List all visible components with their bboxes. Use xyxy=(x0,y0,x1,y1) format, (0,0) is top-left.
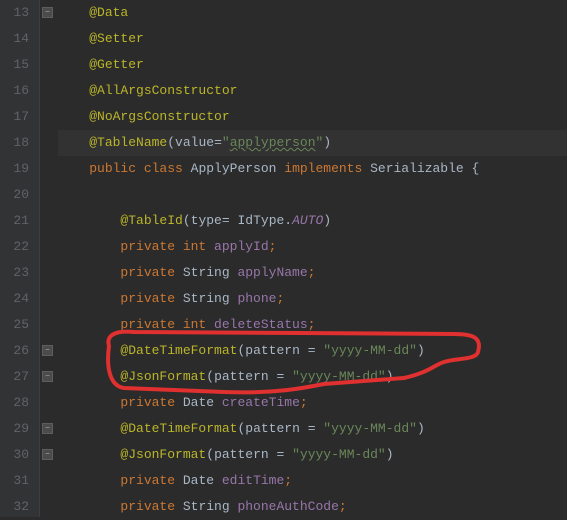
line-number: 32 xyxy=(6,494,29,520)
code-line[interactable]: private String phoneAuthCode; xyxy=(58,494,567,520)
field-name: editTime xyxy=(222,473,284,488)
annotation: @Data xyxy=(89,5,128,20)
fold-column: − − − − − xyxy=(40,0,56,517)
string-literal: yyyy-MM-dd xyxy=(331,343,409,358)
string-literal: yyyy-MM-dd xyxy=(300,447,378,462)
line-number: 21 xyxy=(6,208,29,234)
code-editor: 1314151617181920212223242526272829303132… xyxy=(0,0,567,517)
fold-toggle-icon[interactable]: − xyxy=(42,423,53,434)
annotation: @DateTimeFormat xyxy=(120,343,237,358)
line-number: 13 xyxy=(6,0,29,26)
line-number: 22 xyxy=(6,234,29,260)
line-number: 29 xyxy=(6,416,29,442)
code-line[interactable]: private int applyId; xyxy=(58,234,567,260)
fold-toggle-icon[interactable]: − xyxy=(42,449,53,460)
code-area[interactable]: @Data @Setter @Getter @AllArgsConstructo… xyxy=(56,0,567,517)
code-line[interactable]: private int deleteStatus; xyxy=(58,312,567,338)
string-literal: yyyy-MM-dd xyxy=(331,421,409,436)
line-number: 18 xyxy=(6,130,29,156)
annotation: @JsonFormat xyxy=(120,369,206,384)
code-line-current[interactable]: @TableName(value="applyperson") xyxy=(58,130,567,156)
code-line[interactable]: @AllArgsConstructor xyxy=(58,78,567,104)
annotation: @TableId xyxy=(120,213,182,228)
annotation: @NoArgsConstructor xyxy=(89,109,229,124)
string-literal: applyperson xyxy=(230,135,316,150)
line-number: 25 xyxy=(6,312,29,338)
fold-toggle-icon[interactable]: − xyxy=(42,7,53,18)
code-line[interactable]: private String phone; xyxy=(58,286,567,312)
field-name: deleteStatus xyxy=(214,317,308,332)
code-line[interactable]: @Data xyxy=(58,0,567,26)
field-name: applyName xyxy=(237,265,307,280)
line-number: 16 xyxy=(6,78,29,104)
code-line[interactable]: private Date createTime; xyxy=(58,390,567,416)
line-number: 17 xyxy=(6,104,29,130)
field-name: phone xyxy=(237,291,276,306)
code-line[interactable]: @Setter xyxy=(58,26,567,52)
annotation: @JsonFormat xyxy=(120,447,206,462)
line-number: 14 xyxy=(6,26,29,52)
annotation: @Getter xyxy=(89,57,144,72)
line-number: 15 xyxy=(6,52,29,78)
line-number: 24 xyxy=(6,286,29,312)
code-line[interactable]: private Date editTime; xyxy=(58,468,567,494)
annotation: @TableName xyxy=(89,135,167,150)
line-number: 26 xyxy=(6,338,29,364)
code-line[interactable]: @JsonFormat(pattern = "yyyy-MM-dd") xyxy=(58,364,567,390)
field-name: createTime xyxy=(222,395,300,410)
annotation: @DateTimeFormat xyxy=(120,421,237,436)
string-literal: yyyy-MM-dd xyxy=(300,369,378,384)
field-name: applyId xyxy=(214,239,269,254)
code-line[interactable]: public class ApplyPerson implements Seri… xyxy=(58,156,567,182)
code-line[interactable]: @Getter xyxy=(58,52,567,78)
annotation: @Setter xyxy=(89,31,144,46)
code-line[interactable]: @NoArgsConstructor xyxy=(58,104,567,130)
code-line[interactable]: @TableId(type= IdType.AUTO) xyxy=(58,208,567,234)
line-number: 27 xyxy=(6,364,29,390)
line-number: 31 xyxy=(6,468,29,494)
line-number: 23 xyxy=(6,260,29,286)
line-number: 20 xyxy=(6,182,29,208)
line-number-gutter: 1314151617181920212223242526272829303132 xyxy=(0,0,40,517)
code-line[interactable]: private String applyName; xyxy=(58,260,567,286)
field-name: phoneAuthCode xyxy=(237,499,338,514)
line-number: 19 xyxy=(6,156,29,182)
annotation: @AllArgsConstructor xyxy=(89,83,237,98)
line-number: 28 xyxy=(6,390,29,416)
fold-toggle-icon[interactable]: − xyxy=(42,345,53,356)
fold-toggle-icon[interactable]: − xyxy=(42,371,53,382)
line-number: 30 xyxy=(6,442,29,468)
code-line[interactable]: @DateTimeFormat(pattern = "yyyy-MM-dd") xyxy=(58,416,567,442)
code-line[interactable]: @DateTimeFormat(pattern = "yyyy-MM-dd") xyxy=(58,338,567,364)
code-line[interactable]: @JsonFormat(pattern = "yyyy-MM-dd") xyxy=(58,442,567,468)
code-line[interactable] xyxy=(58,182,567,208)
